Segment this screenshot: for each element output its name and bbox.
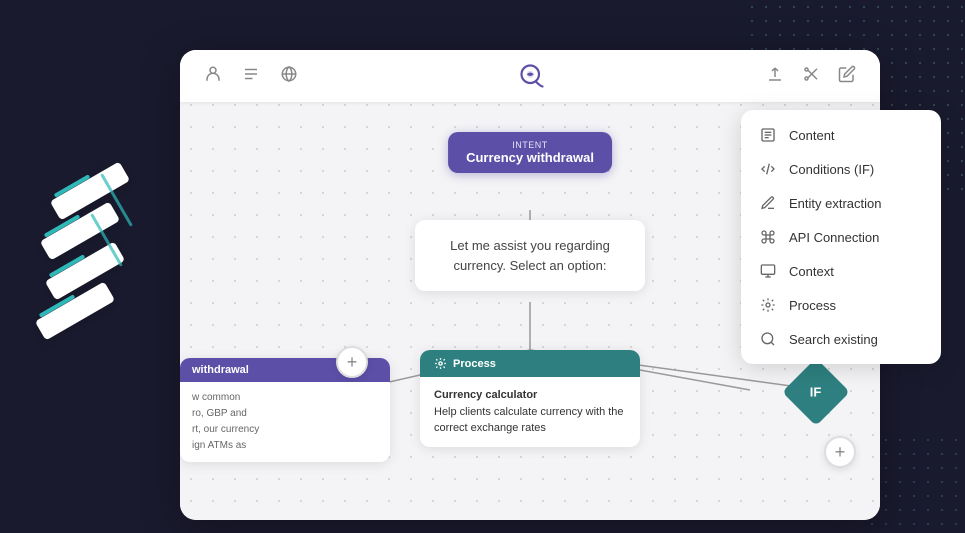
context-ctx-icon: [759, 262, 777, 280]
globe-icon[interactable]: [280, 65, 298, 88]
intent-title: Currency withdrawal: [466, 150, 594, 165]
context-menu-item-conditions[interactable]: Conditions (IF): [741, 152, 941, 186]
search-icon: [759, 330, 777, 348]
user-icon[interactable]: [204, 65, 222, 88]
plus-icon-left: +: [347, 352, 358, 373]
if-diamond-text: IF: [810, 385, 822, 400]
center-card-header: Process: [420, 350, 640, 377]
toolbar-left: [204, 65, 298, 88]
context-menu-item-context[interactable]: Context: [741, 254, 941, 288]
context-menu-label-entity: Entity extraction: [789, 196, 882, 211]
plus-button-right[interactable]: +: [824, 436, 856, 468]
intent-label: Intent: [466, 140, 594, 150]
api-icon: [759, 228, 777, 246]
entity-icon: [759, 194, 777, 212]
context-menu-label-context: Context: [789, 264, 834, 279]
process-header-icon: [434, 357, 447, 370]
left-card-body: w commonro, GBP andrt, our currencyign A…: [180, 382, 390, 462]
context-menu-label-process: Process: [789, 298, 836, 313]
center-card-title: Currency calculator: [434, 389, 537, 401]
context-menu-label-search: Search existing: [789, 332, 878, 347]
plus-icon-right: +: [835, 442, 846, 463]
center-card[interactable]: Process Currency calculator Help clients…: [420, 350, 640, 447]
scissors-icon[interactable]: [802, 65, 820, 88]
intent-node[interactable]: Intent Currency withdrawal: [448, 132, 612, 173]
center-card-header-text: Process: [453, 358, 496, 370]
dot-pattern-bottom-right: [865, 433, 965, 533]
decorative-shapes: [30, 160, 190, 360]
context-menu-label-content: Content: [789, 128, 835, 143]
toolbar: [180, 50, 880, 102]
list-icon[interactable]: [242, 65, 260, 88]
context-menu-item-content[interactable]: Content: [741, 118, 941, 152]
context-menu-item-search[interactable]: Search existing: [741, 322, 941, 356]
left-card-text: w commonro, GBP andrt, our currencyign A…: [192, 392, 259, 451]
conditions-icon: [759, 160, 777, 178]
center-card-desc: Help clients calculate currency with the…: [434, 406, 624, 435]
bottom-nodes-area: withdrawal w commonro, GBP andrt, our cu…: [180, 340, 880, 520]
center-card-body: Currency calculator Help clients calcula…: [420, 377, 640, 447]
context-menu-item-entity[interactable]: Entity extraction: [741, 186, 941, 220]
plus-button-left[interactable]: +: [336, 346, 368, 378]
context-menu-item-api[interactable]: API Connection: [741, 220, 941, 254]
toolbar-center-logo: [518, 62, 546, 90]
context-menu: Content Conditions (IF) Entity extractio…: [741, 110, 941, 364]
context-menu-label-conditions: Conditions (IF): [789, 162, 874, 177]
content-icon: [759, 126, 777, 144]
edit-icon[interactable]: [838, 65, 856, 88]
context-menu-item-process[interactable]: Process: [741, 288, 941, 322]
if-diamond[interactable]: IF: [782, 358, 850, 426]
toolbar-right: [766, 65, 856, 88]
context-menu-label-api: API Connection: [789, 230, 879, 245]
upload-icon[interactable]: [766, 65, 784, 88]
content-box-text: Let me assist you regarding currency. Se…: [450, 238, 610, 273]
content-box[interactable]: Let me assist you regarding currency. Se…: [415, 220, 645, 291]
process-icon: [759, 296, 777, 314]
